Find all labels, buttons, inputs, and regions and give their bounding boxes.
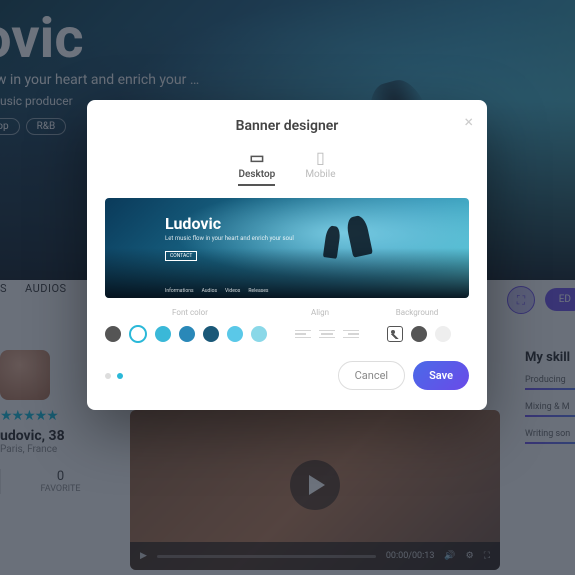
color-swatch-selected[interactable] bbox=[129, 325, 147, 343]
color-swatch[interactable] bbox=[105, 326, 121, 342]
color-swatch[interactable] bbox=[179, 326, 195, 342]
preview-subtitle: Let music flow in your heart and enrich … bbox=[165, 235, 294, 242]
option-labels: Font color Align Background bbox=[105, 308, 469, 317]
pager-dot-active[interactable] bbox=[117, 373, 123, 379]
color-swatch[interactable] bbox=[203, 326, 219, 342]
preview-button: CONTACT bbox=[165, 251, 197, 261]
preview-title: Ludovic bbox=[165, 214, 294, 233]
align-right-icon[interactable] bbox=[343, 326, 359, 342]
background-color-option[interactable] bbox=[411, 326, 427, 342]
option-row bbox=[105, 325, 469, 343]
modal-title: Banner designer bbox=[105, 118, 469, 134]
device-tabs: ▭ Desktop ▯ Mobile bbox=[105, 148, 469, 186]
pager-dots[interactable] bbox=[105, 373, 123, 379]
banner-designer-modal: × Banner designer ▭ Desktop ▯ Mobile Lud… bbox=[87, 100, 487, 410]
desktop-icon: ▭ bbox=[238, 148, 275, 167]
color-swatch[interactable] bbox=[227, 326, 243, 342]
save-button[interactable]: Save bbox=[413, 361, 469, 390]
align-left-icon[interactable] bbox=[295, 326, 311, 342]
tab-desktop[interactable]: ▭ Desktop bbox=[238, 148, 275, 186]
color-swatch[interactable] bbox=[155, 326, 171, 342]
banner-preview[interactable]: Ludovic Let music flow in your heart and… bbox=[105, 198, 469, 298]
background-image-option[interactable] bbox=[387, 326, 403, 342]
close-icon[interactable]: × bbox=[464, 112, 473, 131]
cancel-button[interactable]: Cancel bbox=[338, 361, 405, 390]
color-swatch[interactable] bbox=[251, 326, 267, 342]
background-color-option[interactable] bbox=[435, 326, 451, 342]
mobile-icon: ▯ bbox=[305, 148, 335, 167]
pager-dot[interactable] bbox=[105, 373, 111, 379]
preview-nav: Informations Audios Videos Releases bbox=[165, 288, 268, 294]
align-center-icon[interactable] bbox=[319, 326, 335, 342]
tab-mobile[interactable]: ▯ Mobile bbox=[305, 148, 335, 186]
